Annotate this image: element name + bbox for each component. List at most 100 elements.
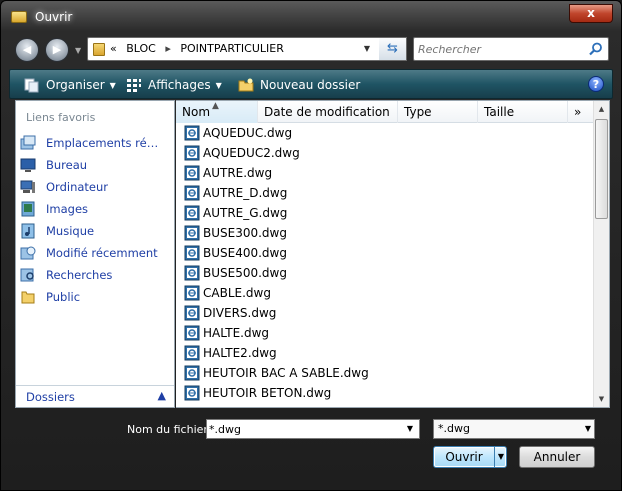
organize-button[interactable]: Organiser ▼ <box>24 76 116 94</box>
sidebar-item-desktop[interactable]: Bureau <box>20 155 174 175</box>
filename-combobox[interactable]: ▼ <box>206 419 420 439</box>
views-label: Affichages <box>148 78 211 92</box>
chevron-down-icon[interactable]: ▼ <box>403 420 417 438</box>
navigation-bar: ◀ ▶ ▼ « BLOC ▸ POINTPARTICULIER ▼ ⇆ <box>9 35 613 65</box>
arrow-right-icon: ▶ <box>52 43 62 56</box>
sidebar-item-recent-places[interactable]: Emplacements réce... <box>20 133 174 153</box>
chevron-down-icon[interactable]: ▼ <box>585 420 591 438</box>
sidebar-item-public[interactable]: Public <box>20 287 174 307</box>
new-folder-button[interactable]: Nouveau dossier <box>238 76 360 94</box>
column-name[interactable]: ▲ Nom <box>176 101 258 123</box>
breadcrumb-item-pointparticulier[interactable]: POINTPARTICULIER <box>180 42 283 55</box>
file-row[interactable]: HEUTOIR BETON.dwg <box>180 383 594 403</box>
file-name: AQUEDUC.dwg <box>203 126 293 140</box>
column-size-label: Taille <box>484 105 515 119</box>
filename-input[interactable] <box>209 422 399 437</box>
organize-icon <box>24 78 39 93</box>
chevron-right-icon[interactable]: ▸ <box>165 42 171 55</box>
file-row[interactable]: AUTRE_G.dwg <box>180 203 594 223</box>
sidebar-item-label: Ordinateur <box>46 180 109 194</box>
breadcrumb: « BLOC ▸ POINTPARTICULIER <box>110 42 290 55</box>
folders-toggle[interactable]: Dossiers ▲ <box>16 385 174 407</box>
file-row[interactable]: HALTE.dwg <box>180 323 594 343</box>
views-button[interactable]: Affichages ▼ <box>126 76 222 94</box>
sort-ascending-icon: ▲ <box>212 101 219 111</box>
folder-icon <box>93 43 105 56</box>
file-row[interactable]: HEUTOIR BAC A SABLE.dwg <box>180 363 594 383</box>
history-dropdown-icon[interactable]: ▼ <box>75 46 81 55</box>
file-row[interactable]: CABLE.dwg <box>180 283 594 303</box>
searches-icon <box>20 268 34 282</box>
file-row[interactable]: AUTRE_D.dwg <box>180 183 594 203</box>
file-row[interactable]: HALTE2.dwg <box>180 343 594 363</box>
sidebar-item-label: Musique <box>46 224 95 238</box>
sidebar-item-label: Public <box>46 290 81 304</box>
back-button[interactable]: ◀ <box>15 38 39 62</box>
sidebar-item-label: Emplacements réce... <box>46 136 164 150</box>
new-folder-label: Nouveau dossier <box>260 78 361 92</box>
sidebar-item-music[interactable]: Musique <box>20 221 174 241</box>
recent-places-icon <box>20 135 36 150</box>
file-row[interactable]: AQUEDUC.dwg <box>180 123 594 143</box>
refresh-icon: ⇆ <box>387 41 398 56</box>
file-name: HALTE2.dwg <box>203 346 277 360</box>
sidebar-item-computer[interactable]: Ordinateur <box>20 177 174 197</box>
sidebar-item-searches[interactable]: Recherches <box>20 265 174 285</box>
window-title: Ouvrir <box>35 10 73 24</box>
refresh-button[interactable]: ⇆ <box>379 37 407 61</box>
file-name: BUSE400.dwg <box>203 246 287 260</box>
column-size[interactable]: Taille <box>478 101 568 123</box>
vertical-scrollbar[interactable]: ▲ ▼ <box>593 101 609 407</box>
file-name: AUTRE_G.dwg <box>203 206 288 220</box>
file-row[interactable]: AQUEDUC2.dwg <box>180 143 594 163</box>
file-row[interactable]: BUSE500.dwg <box>180 263 594 283</box>
chevron-down-icon: ▼ <box>109 80 116 90</box>
forward-button[interactable]: ▶ <box>45 38 69 62</box>
address-bar[interactable]: « BLOC ▸ POINTPARTICULIER ▼ <box>87 37 407 61</box>
dwg-file-icon <box>184 125 200 141</box>
search-box[interactable] <box>413 37 609 61</box>
sidebar-item-pictures[interactable]: Images <box>20 199 174 219</box>
public-folder-icon <box>21 291 35 304</box>
file-name: BUSE500.dwg <box>203 266 287 280</box>
file-name: CABLE.dwg <box>203 286 271 300</box>
file-type-select[interactable]: *.dwg ▼ <box>433 419 595 439</box>
dwg-file-icon <box>184 385 200 401</box>
search-icon[interactable] <box>588 41 604 57</box>
file-row[interactable]: AUTRE.dwg <box>180 163 594 183</box>
breadcrumb-overflow[interactable]: « <box>110 42 117 55</box>
search-input[interactable] <box>418 41 582 57</box>
file-row[interactable]: BUSE400.dwg <box>180 243 594 263</box>
file-row[interactable]: DIVERS.dwg <box>180 303 594 323</box>
open-button[interactable]: Ouvrir ▼ <box>433 446 507 468</box>
more-columns-button[interactable]: » <box>568 101 594 123</box>
dwg-file-icon <box>184 185 200 201</box>
dwg-file-icon <box>184 325 200 341</box>
column-name-label: Nom <box>182 105 211 119</box>
help-button[interactable]: ? <box>588 76 604 92</box>
close-button[interactable]: x <box>569 4 613 23</box>
scrollbar-thumb[interactable] <box>595 119 608 219</box>
sidebar-item-recently-changed[interactable]: Modifié récemment <box>20 243 174 263</box>
file-name: BUSE300.dwg <box>203 226 287 240</box>
recently-changed-icon <box>20 246 36 260</box>
folder-icon <box>11 11 27 23</box>
column-date-modified[interactable]: Date de modification <box>258 101 398 123</box>
open-options-dropdown-icon[interactable]: ▼ <box>494 447 507 467</box>
scroll-up-icon[interactable]: ▲ <box>594 101 609 117</box>
cancel-button[interactable]: Annuler <box>519 446 595 468</box>
chevron-up-icon: ▲ <box>157 389 166 402</box>
column-type[interactable]: Type <box>398 101 478 123</box>
sidebar-item-label: Images <box>46 202 89 216</box>
scroll-down-icon[interactable]: ▼ <box>594 391 609 407</box>
address-dropdown-icon[interactable]: ▼ <box>358 38 376 60</box>
file-name: AQUEDUC2.dwg <box>203 146 300 160</box>
file-row[interactable]: BUSE300.dwg <box>180 223 594 243</box>
breadcrumb-item-bloc[interactable]: BLOC <box>126 42 156 55</box>
sidebar-item-label: Recherches <box>46 268 113 282</box>
dwg-file-icon <box>184 205 200 221</box>
toolbar: Organiser ▼ Affichages ▼ Nouveau dossier… <box>9 69 613 99</box>
open-label: Ouvrir <box>445 450 483 464</box>
folders-label: Dossiers <box>26 390 75 404</box>
title-bar[interactable]: Ouvrir x <box>1 1 621 31</box>
